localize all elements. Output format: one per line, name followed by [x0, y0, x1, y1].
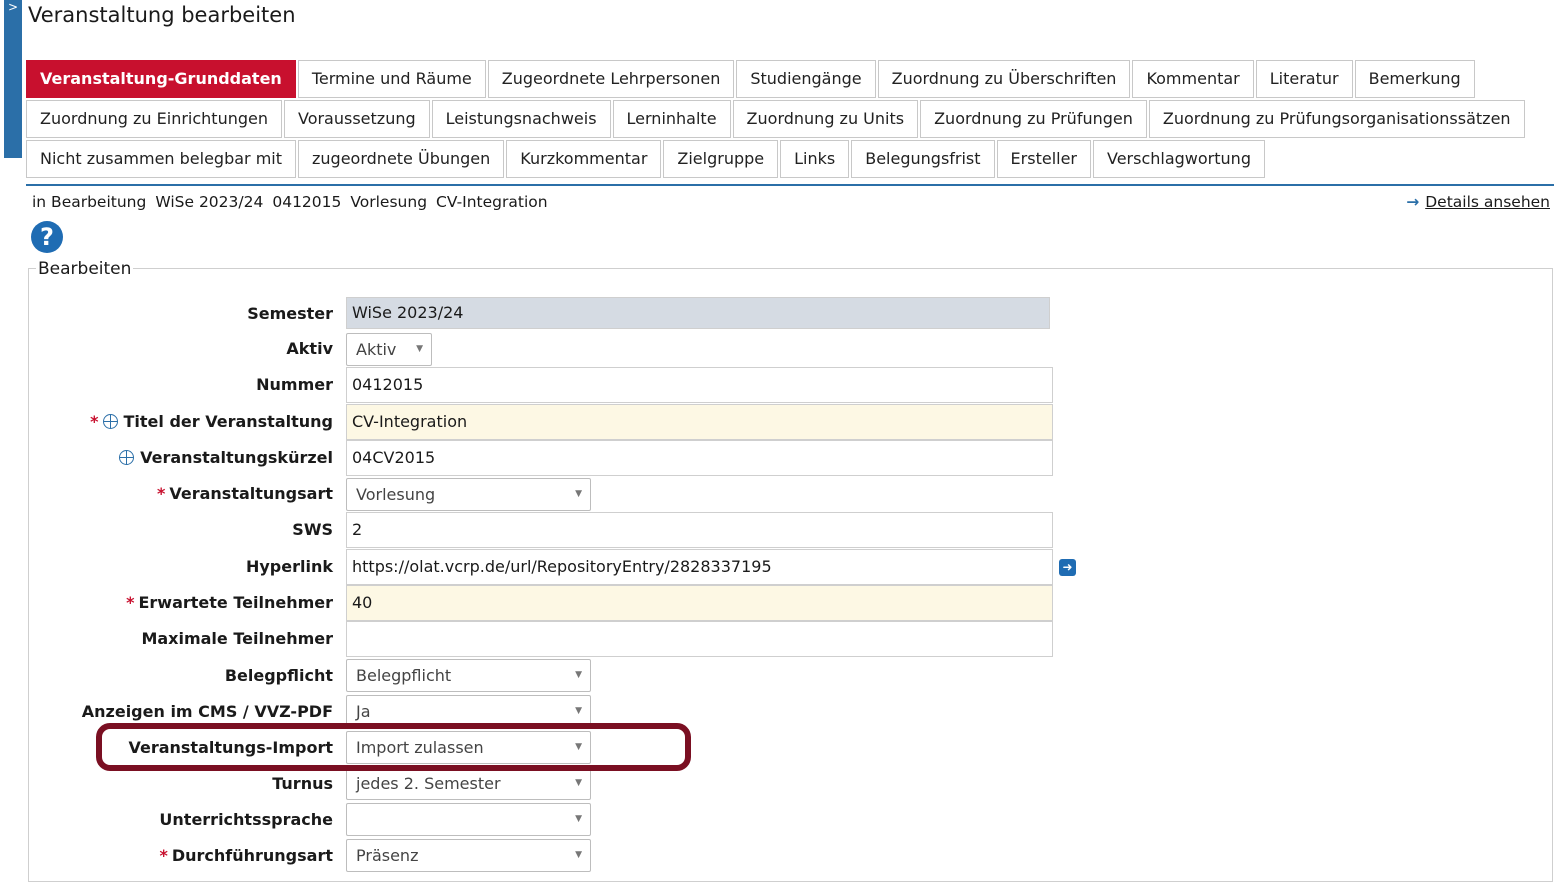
tab-grunddaten[interactable]: Veranstaltung-Grunddaten: [26, 60, 296, 98]
belegpflicht-label: Belegpflicht: [224, 666, 333, 685]
tab-row-2: Zuordnung zu Einrichtungen Voraussetzung…: [26, 100, 1527, 138]
globe-icon[interactable]: [119, 450, 135, 465]
sprache-select[interactable]: ▼: [346, 803, 591, 836]
maximale-label: Maximale Teilnehmer: [141, 629, 333, 648]
chevron-down-icon: ▼: [416, 344, 423, 354]
anzeigen-label: Anzeigen im CMS / VVZ-PDF: [81, 702, 333, 721]
aktiv-label: Aktiv: [286, 339, 333, 358]
tab-lehrpersonen[interactable]: Zugeordnete Lehrpersonen: [487, 60, 735, 98]
nummer-label: Nummer: [256, 375, 333, 394]
tab-leistungsnachweis[interactable]: Leistungsnachweis: [431, 100, 611, 138]
status-state: in Bearbeitung: [32, 193, 147, 211]
turnus-select[interactable]: jedes 2. Semester ▼: [346, 767, 591, 800]
erwartete-label: * Erwartete Teilnehmer: [126, 593, 333, 612]
tab-nicht-zusammen[interactable]: Nicht zusammen belegbar mit: [26, 140, 297, 178]
tab-ueberschriften[interactable]: Zuordnung zu Überschriften: [877, 60, 1131, 98]
chevron-right-icon: >: [8, 0, 19, 14]
open-link-icon[interactable]: ➜: [1059, 559, 1076, 576]
chevron-down-icon: ▼: [575, 670, 582, 680]
sidebar-toggle[interactable]: >: [4, 0, 22, 158]
tab-kurzkommentar[interactable]: Kurzkommentar: [506, 140, 662, 178]
art-select[interactable]: Vorlesung ▼: [346, 478, 591, 511]
tab-uebungen[interactable]: zugeordnete Übungen: [298, 140, 505, 178]
highlight-annotation: [96, 723, 691, 771]
chevron-down-icon: ▼: [575, 778, 582, 788]
hyperlink-input[interactable]: https://olat.vcrp.de/url/RepositoryEntry…: [346, 549, 1053, 585]
tab-pruefungen[interactable]: Zuordnung zu Prüfungen: [920, 100, 1147, 138]
tab-einrichtungen[interactable]: Zuordnung zu Einrichtungen: [26, 100, 282, 138]
tab-voraussetzung[interactable]: Voraussetzung: [283, 100, 430, 138]
tab-row-1: Veranstaltung-Grunddaten Termine und Räu…: [26, 60, 1477, 98]
aktiv-select[interactable]: Aktiv ▼: [346, 333, 432, 366]
erwartete-input[interactable]: 40: [346, 585, 1053, 621]
status-semester: WiSe 2023/24: [155, 193, 264, 211]
globe-icon[interactable]: [102, 414, 118, 429]
kuerzel-label: Veranstaltungskürzel: [119, 448, 333, 468]
details-link[interactable]: → Details ansehen: [1406, 192, 1550, 212]
status-number: 0412015: [272, 193, 342, 211]
sprache-label: Unterrichtssprache: [159, 810, 333, 829]
page-title: Veranstaltung bearbeiten: [28, 3, 296, 27]
kuerzel-input[interactable]: 04CV2015: [346, 440, 1053, 476]
tab-divider: [26, 184, 1554, 186]
tab-kommentar[interactable]: Kommentar: [1132, 60, 1254, 98]
titel-input[interactable]: CV-Integration: [346, 404, 1053, 440]
tab-verschlagwortung[interactable]: Verschlagwortung: [1093, 140, 1265, 178]
semester-label: Semester: [247, 304, 333, 323]
chevron-down-icon: ▼: [575, 489, 582, 499]
nummer-input[interactable]: 0412015: [346, 367, 1053, 403]
help-icon[interactable]: ?: [31, 221, 63, 253]
durchfuehrung-select[interactable]: Präsenz ▼: [346, 839, 591, 872]
tab-zielgruppe[interactable]: Zielgruppe: [663, 140, 779, 178]
maximale-input[interactable]: [346, 621, 1053, 657]
status-line: in Bearbeitung WiSe 2023/24 0412015 Vorlesu…: [32, 192, 557, 212]
status-title: CV-Integration: [436, 193, 548, 211]
chevron-down-icon: ▼: [575, 814, 582, 824]
sws-label: SWS: [292, 520, 333, 539]
art-label: * Veranstaltungsart: [156, 484, 333, 503]
belegpflicht-select[interactable]: Belegpflicht ▼: [346, 659, 591, 692]
tab-literatur[interactable]: Literatur: [1255, 60, 1353, 98]
tab-units[interactable]: Zuordnung zu Units: [732, 100, 919, 138]
turnus-label: Turnus: [272, 774, 333, 793]
tab-links[interactable]: Links: [780, 140, 850, 178]
tab-row-3: Nicht zusammen belegbar mit zugeordnete …: [26, 140, 1267, 178]
hyperlink-label: Hyperlink: [245, 557, 333, 576]
arrow-right-icon: →: [1406, 193, 1420, 211]
tab-ersteller[interactable]: Ersteller: [996, 140, 1091, 178]
semester-field: WiSe 2023/24: [346, 297, 1050, 329]
tab-termine-raeume[interactable]: Termine und Räume: [297, 60, 486, 98]
tab-lerninhalte[interactable]: Lerninhalte: [612, 100, 731, 138]
titel-label: * Titel der Veranstaltung: [90, 412, 333, 431]
sws-input[interactable]: 2: [346, 512, 1053, 548]
fieldset-legend: Bearbeiten: [36, 258, 134, 280]
durchfuehrung-label: * Durchführungsart: [159, 846, 333, 865]
status-type: Vorlesung: [350, 193, 428, 211]
tab-belegungsfrist[interactable]: Belegungsfrist: [851, 140, 995, 178]
tab-studiengaenge[interactable]: Studiengänge: [736, 60, 876, 98]
chevron-down-icon: ▼: [575, 850, 582, 860]
tab-pruefungsorganisation[interactable]: Zuordnung zu Prüfungsorganisationssätzen: [1148, 100, 1525, 138]
tab-bemerkung[interactable]: Bemerkung: [1354, 60, 1475, 98]
details-link-label: Details ansehen: [1425, 193, 1550, 211]
